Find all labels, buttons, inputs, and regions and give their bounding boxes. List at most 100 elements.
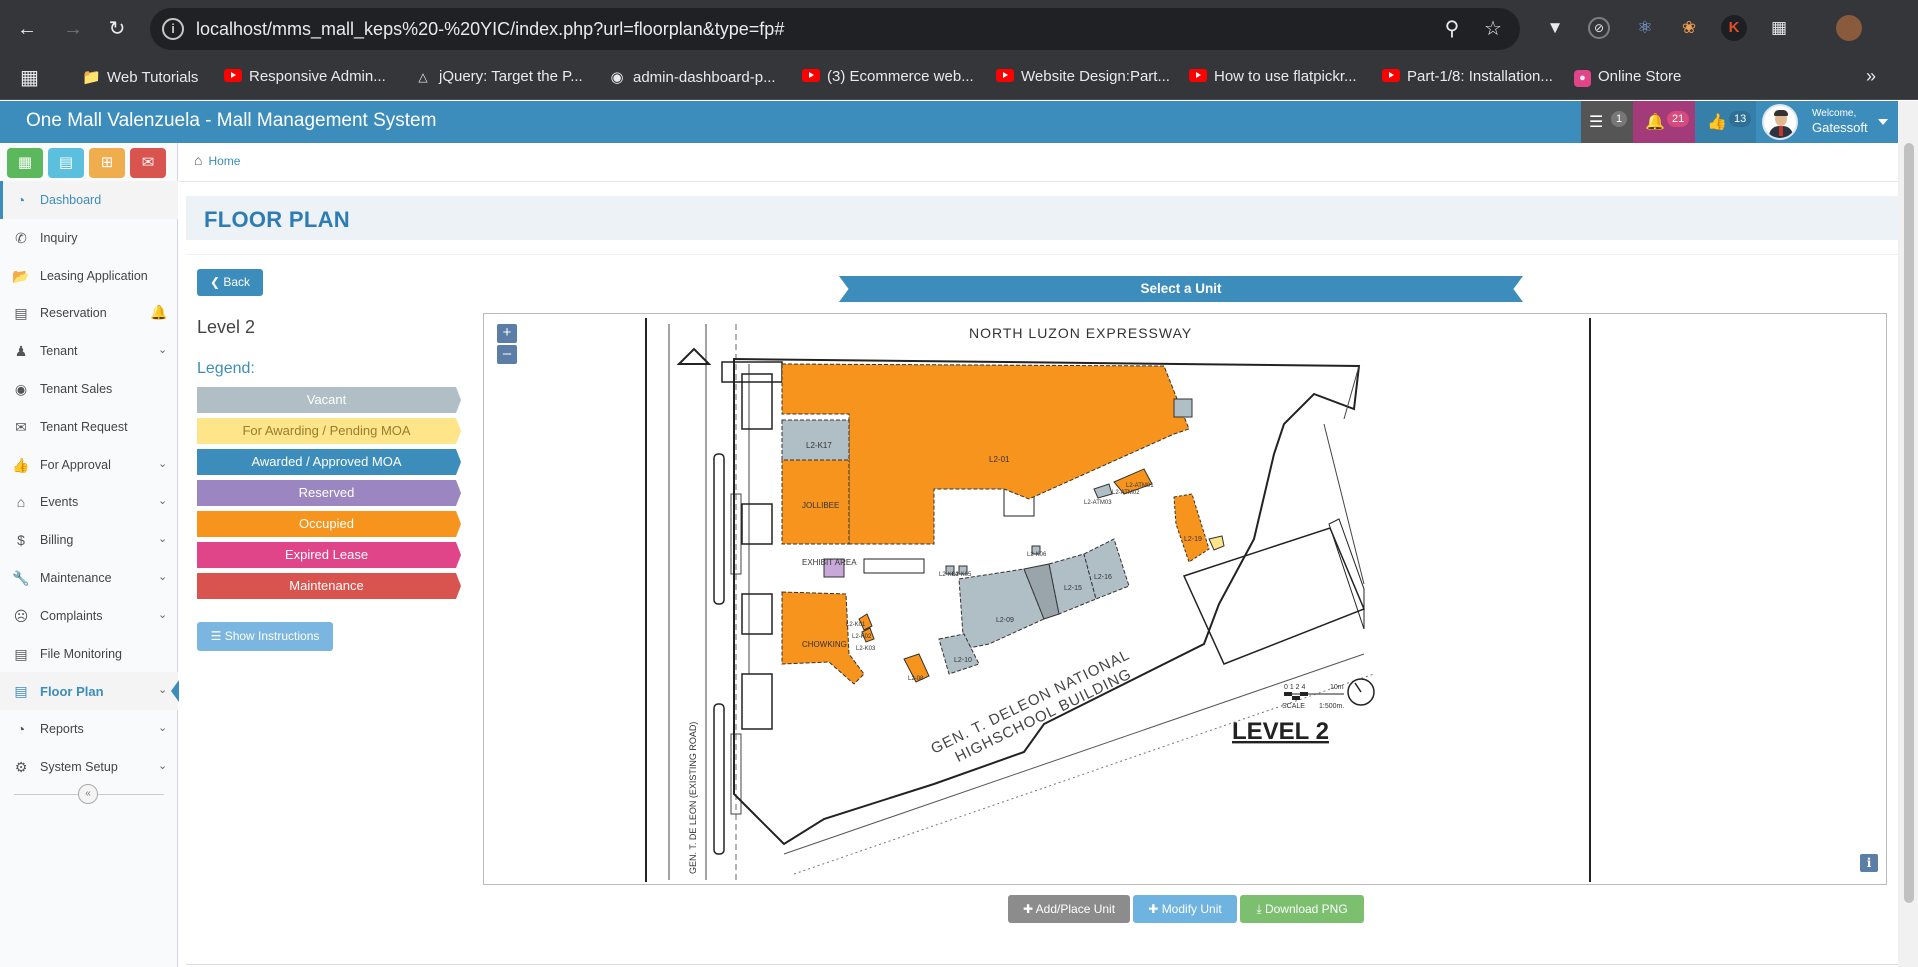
unit-label: L2-ATM01 [1126, 483, 1154, 489]
sidebar-item-tenant-sales[interactable]: ◉ Tenant Sales [0, 370, 178, 408]
back-button[interactable]: ❮ Back [197, 269, 263, 296]
bookmark-web-tutorials[interactable]: 📁 Web Tutorials [82, 68, 198, 90]
extension-block-icon[interactable]: ⊘ [1588, 17, 1610, 39]
app-title[interactable]: One Mall Valenzuela - Mall Management Sy… [26, 110, 436, 132]
legend-tip [456, 387, 461, 413]
sidebar-item-file-monitoring[interactable]: ▤ File Monitoring [0, 635, 178, 673]
forward-arrow-icon[interactable]: → [58, 14, 88, 44]
server-notifications[interactable]: ☰ 1 [1581, 101, 1633, 143]
extension-cookie-icon[interactable]: ❀ [1676, 15, 1702, 41]
sidebar-item-floor-plan[interactable]: ▤ Floor Plan ⌄ [0, 672, 179, 711]
bookmark-star-icon[interactable]: ☆ [1480, 16, 1506, 42]
unit-l2-k17[interactable] [781, 419, 850, 461]
unit-label: L2-K03 [856, 646, 876, 652]
calendar-plus-icon[interactable]: ⊞ [89, 148, 125, 178]
extension-v-icon[interactable]: ▼ [1542, 15, 1568, 41]
sidebar-item-reports[interactable]: ◔ Reports ⌄ [0, 710, 178, 748]
sidebar-item-leasing-application[interactable]: 📂 Leasing Application [0, 257, 178, 295]
sidebar-item-label: Complaints [40, 608, 103, 623]
sidebar-item-reservation[interactable]: ▤ Reservation 🔔 [0, 294, 178, 332]
extension-k-icon[interactable]: K [1721, 15, 1747, 41]
frown-icon: ☹ [13, 607, 29, 624]
unit-corner[interactable] [1173, 398, 1193, 418]
unit-label: L2-19 [1184, 536, 1202, 543]
sidebar-item-for-approval[interactable]: 👍 For Approval ⌄ [0, 446, 178, 484]
legend-occupied[interactable]: Occupied [197, 511, 461, 537]
extensions-puzzle-icon[interactable]: ▦ [1766, 15, 1792, 41]
back-arrow-icon[interactable]: ← [12, 14, 42, 44]
page-scrollbar-thumb[interactable] [1904, 143, 1914, 903]
address-bar[interactable]: i localhost/mms_mall_keps%20-%20YIC/inde… [150, 8, 1520, 50]
unit-l2-19[interactable] [1173, 493, 1210, 563]
plus-icon: ✚ [1148, 902, 1159, 916]
sidebar-item-tenant[interactable]: ♟ Tenant ⌄ [0, 332, 178, 370]
legend-approved-moa[interactable]: Awarded / Approved MOA [197, 449, 461, 475]
bookmark-website-design[interactable]: Website Design:Part... [996, 68, 1170, 90]
floor-plan-viewport[interactable]: + – GEN. T. DE LEON (EXISTING ROAD) NORT… [483, 313, 1887, 885]
users-icon: ♟ [14, 343, 28, 360]
download-icon: ⤓ [1256, 902, 1262, 916]
bell-notifications[interactable]: 🔔 21 [1633, 101, 1695, 143]
bookmark-flatpickr[interactable]: How to use flatpickr... [1189, 68, 1357, 90]
bookmark-installation[interactable]: Part-1/8: Installation... [1382, 68, 1553, 90]
sidebar-item-events[interactable]: ⌂ Events ⌄ [0, 483, 178, 521]
youtube-icon [1189, 69, 1207, 82]
sidebar-item-tenant-request[interactable]: ✉ Tenant Request [0, 408, 178, 446]
sidebar-item-label: Billing [40, 533, 74, 548]
unit-pending[interactable] [1208, 535, 1225, 551]
unit-label: L2-K17 [806, 441, 832, 450]
unit-label: L2-K01 [846, 622, 866, 628]
legend-vacant[interactable]: Vacant [197, 387, 461, 413]
url-text[interactable]: localhost/mms_mall_keps%20-%20YIC/index.… [196, 19, 784, 40]
show-instructions-button[interactable]: ☰ Show Instructions [197, 622, 333, 651]
calendar-icon[interactable]: ▦ [7, 148, 43, 178]
scale-ratio: 1:500m. [1319, 703, 1344, 710]
sidebar-menu: ◔ Dashboard ✆ Inquiry 📂 Leasing Applicat… [0, 181, 179, 786]
sidebar-item-label: Events [40, 495, 79, 510]
zoom-icon[interactable]: ⚲ [1439, 16, 1465, 42]
site-info-icon[interactable]: i [162, 18, 184, 40]
legend-maintenance[interactable]: Maintenance [197, 573, 461, 599]
legend-pending-moa[interactable]: For Awarding / Pending MOA [197, 418, 461, 444]
bookmark-online-store[interactable]: ● Online Store [1574, 68, 1681, 90]
profile-avatar[interactable] [1836, 15, 1862, 41]
bookmark-responsive-admin[interactable]: Responsive Admin... [224, 68, 386, 90]
sidebar-item-inquiry[interactable]: ✆ Inquiry [0, 219, 178, 257]
envelope-icon[interactable]: ✉ [130, 148, 166, 178]
unit-label: L2-01 [989, 455, 1010, 464]
sidebar-item-dashboard[interactable]: ◔ Dashboard [0, 181, 178, 219]
bookmark-admin-dashboard[interactable]: ◉ admin-dashboard-p... [608, 68, 775, 90]
unit-label: L2-08 [908, 676, 924, 682]
wrench-icon: 🔧 [12, 569, 30, 586]
modify-unit-button[interactable]: ✚ Modify Unit [1133, 895, 1237, 923]
sidebar-item-system-setup[interactable]: ⚙ System Setup ⌄ [0, 748, 178, 786]
document-icon[interactable]: ▤ [48, 148, 84, 178]
reload-icon[interactable]: ↻ [102, 14, 132, 44]
approval-notifications[interactable]: 👍 13 [1695, 101, 1756, 143]
bookmark-jquery[interactable]: △ jQuery: Target the P... [414, 68, 582, 90]
page-title-bar: FLOOR PLAN [186, 196, 1898, 240]
caret-down-icon [1878, 119, 1888, 125]
escalator [863, 558, 925, 574]
react-devtools-icon[interactable]: ⚛ [1632, 15, 1658, 41]
server-count: 1 [1611, 111, 1628, 127]
add-place-unit-button[interactable]: ✚ Add/Place Unit [1008, 895, 1130, 923]
scale-bar: 0 1 2 4 10m SCALE 1:500m. [1282, 678, 1375, 710]
sidebar-item-complaints[interactable]: ☹ Complaints ⌄ [0, 597, 178, 635]
more-bookmarks-icon[interactable]: » [1866, 66, 1876, 88]
unit-l2-atm03[interactable] [1093, 483, 1113, 499]
legend-reserved[interactable]: Reserved [197, 480, 461, 506]
breadcrumb-home-link[interactable]: Home [208, 154, 240, 168]
download-png-button[interactable]: ⤓ Download PNG [1240, 895, 1364, 923]
user-menu[interactable]: Welcome, Gatessoft [1756, 101, 1898, 143]
download-png-label: Download PNG [1264, 902, 1348, 916]
collapse-sidebar-icon[interactable]: « [78, 784, 98, 804]
apps-grid-icon[interactable]: ▦ [20, 65, 39, 89]
legend-expired-lease[interactable]: Expired Lease [197, 542, 461, 568]
bookmark-ecommerce[interactable]: (3) Ecommerce web... [802, 68, 974, 90]
info-icon[interactable]: i [1860, 854, 1878, 872]
sidebar-item-billing[interactable]: $ Billing ⌄ [0, 521, 178, 559]
sidebar-item-maintenance[interactable]: 🔧 Maintenance ⌄ [0, 559, 178, 597]
unit-label: L2-09 [996, 617, 1014, 624]
sidebar-item-label: Floor Plan [40, 684, 104, 700]
